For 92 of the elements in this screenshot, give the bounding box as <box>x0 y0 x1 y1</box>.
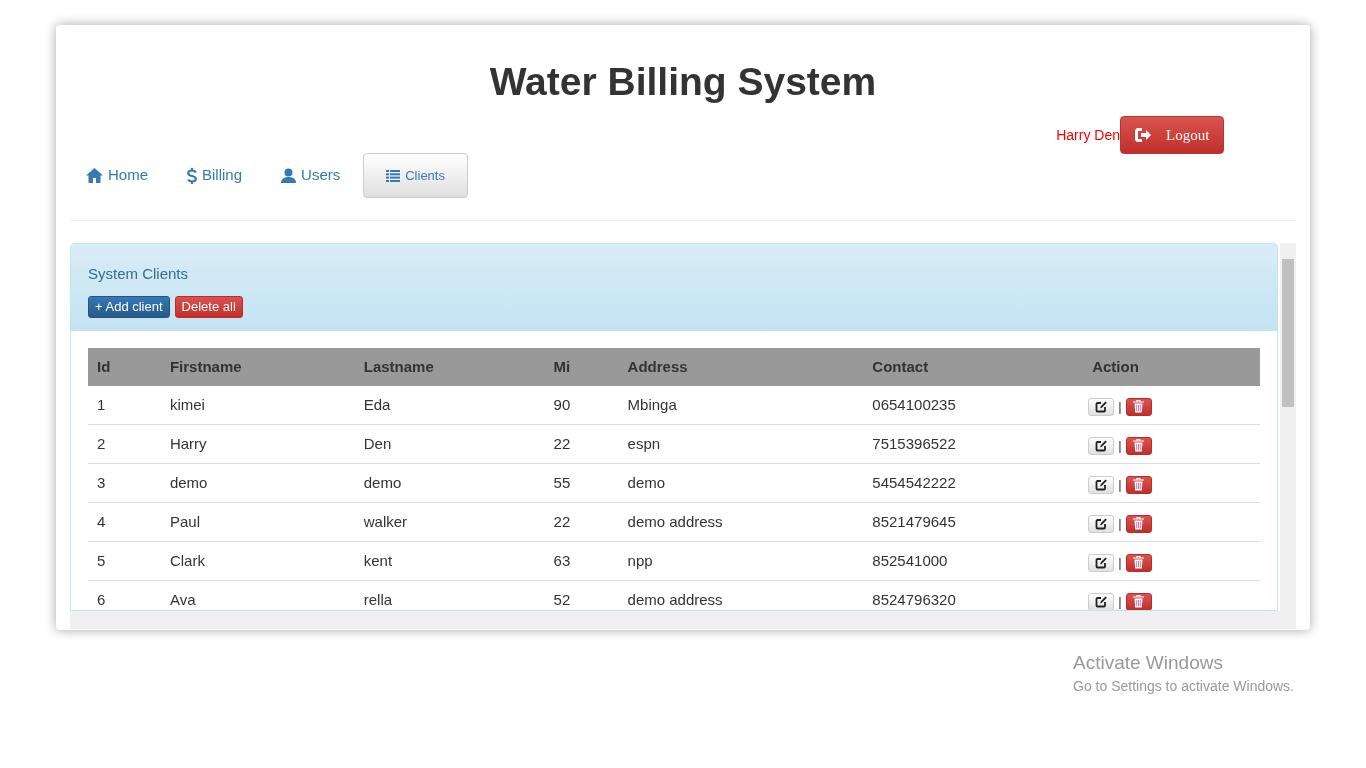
delete-all-button[interactable]: Delete all <box>174 296 243 318</box>
edit-icon <box>1095 439 1108 452</box>
table-cell: espn <box>627 435 661 452</box>
delete-button[interactable] <box>1125 397 1152 416</box>
table-cell: 852541000 <box>872 552 948 569</box>
edit-button[interactable] <box>1088 475 1115 494</box>
delete-button[interactable] <box>1125 436 1152 455</box>
column-header: Address <box>627 358 688 375</box>
table-cell: Ava <box>169 591 196 608</box>
action-separator: | <box>1118 397 1122 416</box>
logout-button[interactable]: Logout <box>1120 116 1224 154</box>
edit-icon <box>1095 595 1108 608</box>
table-cell: kent <box>363 552 393 569</box>
column-header: Id <box>97 358 111 375</box>
table-cell: 5 <box>97 552 106 569</box>
horizontal-scrollbar[interactable] <box>70 611 1296 629</box>
edit-button[interactable] <box>1088 592 1115 610</box>
add-client-button[interactable]: + Add client <box>88 296 170 318</box>
user-name: Harry Den <box>1056 125 1120 145</box>
edit-icon <box>1095 517 1108 530</box>
table-cell: 52 <box>553 591 571 608</box>
user-icon <box>281 168 297 183</box>
edit-button[interactable] <box>1088 397 1115 416</box>
panel-title: System Clients <box>88 265 189 283</box>
list-icon <box>386 169 401 182</box>
table-cell: Eda <box>363 396 391 413</box>
table-cell: kimei <box>169 396 205 413</box>
table-cell: 22 <box>553 513 571 530</box>
table-cell: demo <box>627 474 666 491</box>
trash-icon <box>1133 517 1145 530</box>
table-cell: 6 <box>97 591 106 608</box>
nav-tab[interactable]: Clients <box>363 153 468 198</box>
delete-button[interactable] <box>1125 475 1152 494</box>
edit-icon <box>1095 478 1108 491</box>
activation-message: Go to Settings to activate Windows. <box>1073 677 1294 696</box>
table-cell: demo address <box>627 513 723 530</box>
action-separator: | <box>1118 436 1122 455</box>
table-cell: 1 <box>97 396 106 413</box>
table-cell: 0654100235 <box>872 396 956 413</box>
table-cell: Paul <box>169 513 200 530</box>
table-cell: Mbinga <box>627 396 677 413</box>
table-cell: 4 <box>97 513 106 530</box>
edit-icon <box>1095 400 1108 413</box>
trash-icon <box>1133 439 1145 452</box>
action-separator: | <box>1118 475 1122 494</box>
delete-button[interactable] <box>1125 514 1152 533</box>
table-cell: 55 <box>553 474 571 491</box>
table-cell: 2 <box>97 435 106 452</box>
table-cell: npp <box>627 552 653 569</box>
table-cell: rella <box>363 591 393 608</box>
column-header: Mi <box>553 358 571 375</box>
table-cell: demo address <box>627 591 723 608</box>
delete-button[interactable] <box>1125 592 1152 610</box>
table-cell: demo <box>169 474 208 491</box>
table-cell: demo <box>363 474 402 491</box>
column-header: Action <box>1092 358 1139 375</box>
trash-icon <box>1133 400 1145 413</box>
vertical-scrollbar[interactable] <box>1280 243 1296 611</box>
column-header: Contact <box>872 358 929 375</box>
action-separator: | <box>1118 553 1122 572</box>
edit-icon <box>1095 556 1108 569</box>
activation-title: Activate Windows <box>1073 651 1224 675</box>
table-cell: 3 <box>97 474 106 491</box>
dollar-icon <box>187 167 197 184</box>
home-icon <box>86 168 103 183</box>
edit-button[interactable] <box>1088 514 1115 533</box>
edit-button[interactable] <box>1088 553 1115 572</box>
action-separator: | <box>1118 592 1122 610</box>
table-cell: Den <box>363 435 392 452</box>
column-header: Firstname <box>169 358 242 375</box>
table-cell: 63 <box>553 552 571 569</box>
nav-tab[interactable]: Billing <box>171 153 259 198</box>
trash-icon <box>1133 478 1145 491</box>
table-cell: 22 <box>553 435 571 452</box>
table-cell: Harry <box>169 435 207 452</box>
table-cell: 8524796320 <box>872 591 956 608</box>
trash-icon <box>1133 556 1145 569</box>
table-cell: 8521479645 <box>872 513 956 530</box>
delete-button[interactable] <box>1125 553 1152 572</box>
edit-button[interactable] <box>1088 436 1115 455</box>
nav-tab[interactable]: Home <box>70 153 164 198</box>
logout-icon <box>1135 128 1152 142</box>
column-header: Lastname <box>363 358 434 375</box>
page-title: Water Billing System <box>488 59 878 105</box>
table-cell: 5454542222 <box>872 474 956 491</box>
table-cell: 90 <box>553 396 571 413</box>
table-cell: walker <box>363 513 408 530</box>
nav-tab[interactable]: Users <box>265 153 357 198</box>
table-cell: Clark <box>169 552 205 569</box>
table-cell: 7515396522 <box>872 435 956 452</box>
action-separator: | <box>1118 514 1122 533</box>
trash-icon <box>1133 595 1145 608</box>
